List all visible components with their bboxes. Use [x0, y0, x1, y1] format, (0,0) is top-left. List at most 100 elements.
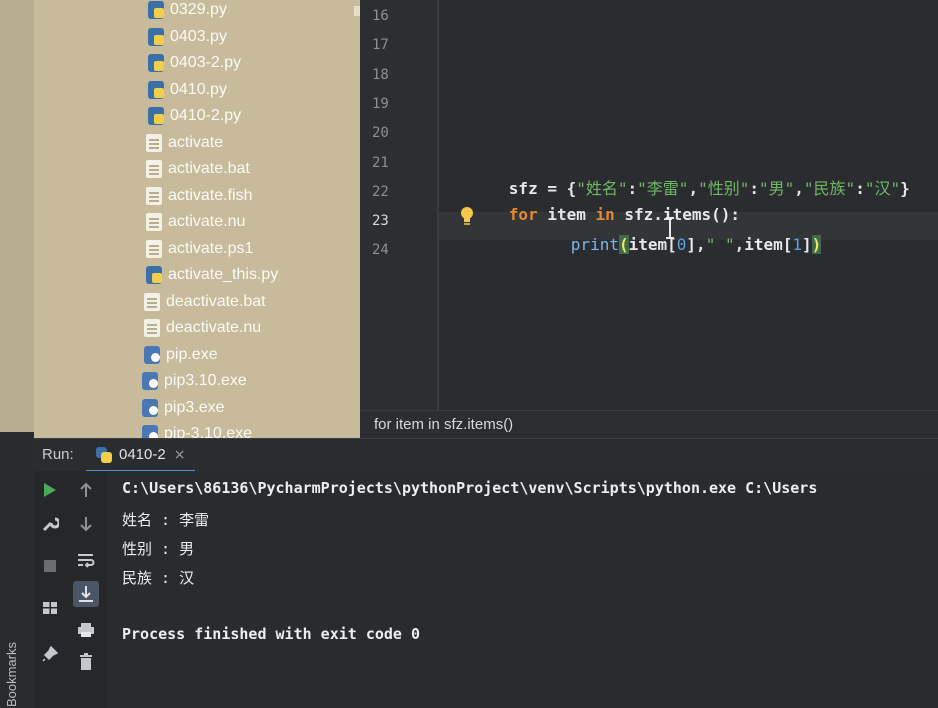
breadcrumb[interactable]: for item in sfz.items() — [374, 416, 513, 433]
tree-item-label: activate_this.py — [168, 266, 279, 283]
arrow-up-icon — [80, 482, 92, 497]
code-token: "民族" — [803, 179, 856, 198]
run-console[interactable]: C:\Users\86136\PycharmProjects\pythonPro… — [106, 471, 938, 708]
soft-wrap-button[interactable] — [75, 549, 97, 571]
code-token: 0 — [676, 235, 687, 254]
text-file-icon — [144, 292, 160, 311]
code-token: , — [794, 179, 804, 198]
tree-item-label: pip3.exe — [164, 398, 225, 416]
wrench-icon — [42, 517, 59, 532]
tree-item[interactable]: activate.ps1 — [146, 236, 253, 262]
tree-item-label: pip-3.10.exe — [164, 425, 253, 438]
left-tool-strip: Bookmarks — [0, 0, 34, 708]
code-editor[interactable]: sfz = {"姓名":"李雷","性别":"男","民族":"汉"} for … — [439, 0, 938, 410]
tree-item-label: activate.fish — [168, 186, 253, 204]
python-file-icon — [148, 1, 164, 19]
pin-icon — [42, 646, 58, 662]
code-token: ] — [802, 235, 812, 254]
console-line: Process finished with exit code 0 — [122, 625, 421, 643]
line-number: 20 — [372, 125, 389, 142]
tree-item[interactable]: deactivate.nu — [144, 315, 261, 341]
tree-item-label: deactivate.bat — [166, 292, 266, 310]
line-number: 21 — [372, 154, 389, 171]
layout-button[interactable] — [39, 597, 61, 619]
code-token: ,item[ — [734, 235, 793, 254]
tree-item-label: 0403-2.py — [170, 54, 242, 71]
console-line: C:\Users\86136\PycharmProjects\pythonPro… — [122, 479, 818, 497]
pin-tab-button[interactable] — [39, 643, 61, 665]
text-file-icon — [144, 319, 160, 337]
tree-item-label: activate.nu — [168, 213, 246, 230]
tree-item[interactable]: pip.exe — [144, 342, 218, 368]
tree-item[interactable]: 0329.py — [148, 0, 227, 23]
console-line: 民族 : 汉 — [122, 569, 195, 587]
executable-icon — [142, 425, 158, 438]
text-file-icon — [146, 133, 162, 152]
executable-icon — [142, 372, 158, 390]
project-tree: 0329.py 0403.py 0403-2.py 0410.py 0410-2.py a… — [34, 0, 360, 438]
clear-all-button[interactable] — [75, 651, 97, 673]
line-number: 22 — [372, 183, 389, 200]
breadcrumb-bar: for item in sfz.items() — [360, 410, 938, 439]
tree-item-label: activate.ps1 — [168, 239, 254, 257]
tree-item[interactable]: activate.fish — [146, 183, 252, 209]
tree-item-label: 0329.py — [170, 1, 227, 18]
tree-item[interactable]: pip3.exe — [142, 395, 225, 421]
run-tab[interactable]: 0410-2 × — [86, 439, 196, 473]
tree-item[interactable]: 0410.py — [148, 77, 227, 103]
tree-item[interactable]: 0403.py — [148, 24, 227, 50]
executable-icon — [142, 398, 158, 417]
line-number: 19 — [372, 95, 389, 112]
tree-item-label: deactivate.nu — [166, 319, 262, 336]
tree-item[interactable]: activate — [146, 130, 223, 156]
scroll-to-end-icon — [79, 586, 93, 602]
text-file-icon — [146, 213, 162, 231]
scroll-down-button[interactable] — [75, 513, 97, 535]
soft-wrap-icon — [78, 554, 95, 568]
run-tool-window-header: Run: 0410-2 × — [34, 438, 938, 473]
python-icon — [96, 446, 112, 463]
code-token: } — [900, 179, 910, 198]
tree-item[interactable]: pip3.10.exe — [142, 368, 247, 394]
play-icon — [44, 483, 56, 497]
run-tab-label: 0410-2 — [119, 446, 166, 463]
editor-gutter: 16 17 18 19 20 21 22 23 24 — [360, 0, 438, 410]
tree-item[interactable]: pip-3.10.exe — [142, 421, 252, 438]
python-file-icon — [148, 80, 164, 99]
lightbulb-icon[interactable] — [459, 206, 475, 228]
line-number: 17 — [372, 37, 389, 54]
line-number: 23 — [372, 213, 389, 230]
python-file-icon — [146, 266, 162, 284]
tree-item[interactable]: activate.nu — [146, 209, 245, 235]
stop-icon — [44, 560, 56, 572]
tree-item[interactable]: 0403-2.py — [148, 50, 241, 76]
line-number: 18 — [372, 66, 389, 83]
layout-icon — [43, 602, 57, 614]
print-button[interactable] — [75, 619, 97, 641]
scroll-to-end-button[interactable] — [73, 581, 99, 607]
close-icon[interactable]: × — [174, 447, 186, 463]
stop-button[interactable] — [39, 555, 61, 577]
bookmarks-tab[interactable]: Bookmarks — [4, 642, 19, 707]
tree-item-label: activate.bat — [168, 160, 250, 177]
text-file-icon — [146, 160, 162, 178]
text-file-icon — [146, 186, 162, 205]
rerun-button[interactable] — [39, 479, 61, 501]
tree-item[interactable]: activate.bat — [146, 156, 250, 182]
python-file-icon — [148, 27, 164, 46]
code-token: 1 — [792, 235, 803, 254]
project-tool-strip — [0, 0, 34, 432]
code-token: : — [855, 179, 865, 198]
python-file-icon — [148, 107, 164, 125]
tree-item[interactable]: activate_this.py — [146, 262, 278, 288]
code-token: "男" — [759, 179, 795, 198]
tree-item[interactable]: deactivate.bat — [144, 289, 266, 315]
run-label: Run: — [42, 446, 74, 463]
console-line: 姓名 : 李雷 — [122, 511, 210, 529]
line-number: 24 — [372, 242, 389, 259]
scroll-up-button[interactable] — [75, 479, 97, 501]
tree-item[interactable]: 0410-2.py — [148, 103, 241, 129]
modify-run-config-button[interactable] — [39, 513, 61, 535]
tree-item-label: pip3.10.exe — [164, 372, 247, 389]
text-cursor-icon — [666, 217, 674, 239]
